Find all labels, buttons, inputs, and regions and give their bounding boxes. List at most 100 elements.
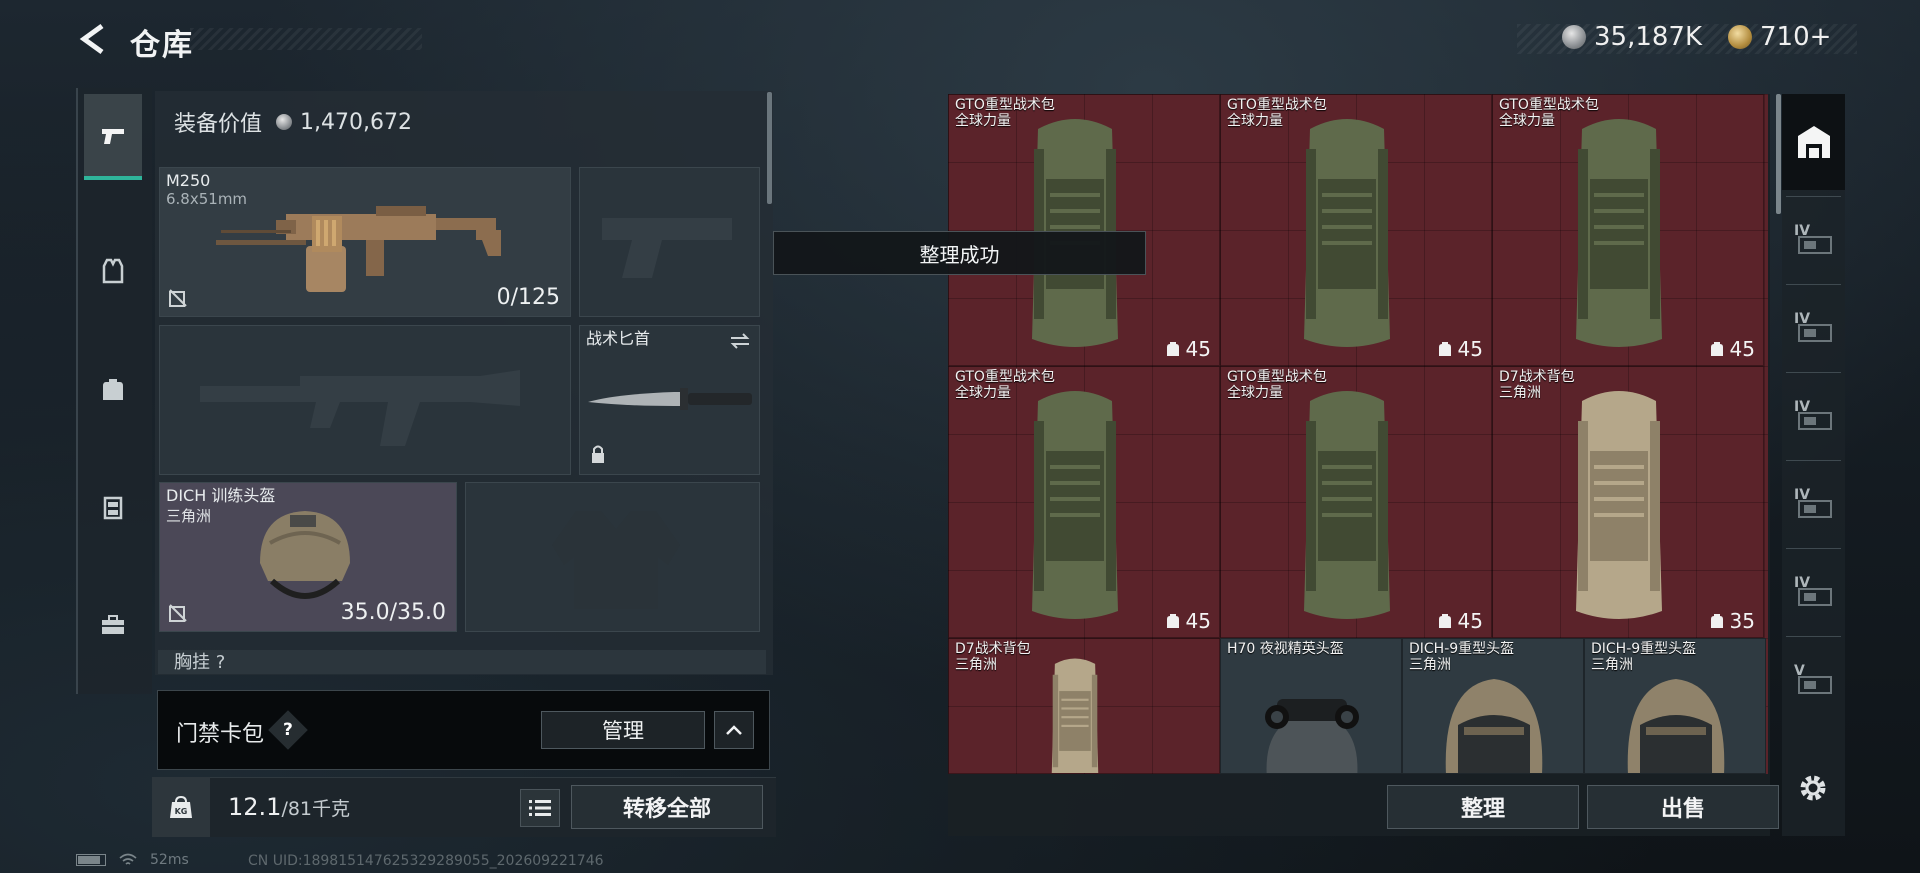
storage-item-title: GTO重型战术包 — [955, 97, 1055, 113]
storage-item-title: GTO重型战术包 — [955, 369, 1055, 385]
tab-backpack[interactable] — [84, 346, 142, 432]
storage-item-capacity-value: 45 — [1185, 609, 1211, 633]
machine-gun-image — [216, 206, 501, 292]
silver-currency-value: 35,187K — [1594, 22, 1703, 52]
heavy-helmet-image — [1627, 679, 1725, 773]
tab-toolbox[interactable] — [84, 582, 142, 668]
primary-weapon-slot[interactable]: M250 6.8x51mm 0/125 — [159, 167, 571, 317]
chest-rig-row[interactable]: 胸挂 ? — [158, 650, 766, 674]
storage-item-name: GTO重型战术包 全球力量 — [1227, 369, 1327, 401]
storage-item-title: GTO重型战术包 — [1499, 97, 1599, 113]
storage-item-capacity-value: 45 — [1457, 609, 1483, 633]
back-arrow-icon[interactable] — [76, 22, 110, 56]
melee-slot[interactable]: 战术匕首 — [579, 325, 760, 475]
container-icon — [1798, 676, 1832, 694]
storage-item-title: GTO重型战术包 — [1227, 369, 1327, 385]
help-badge-text: ? — [283, 720, 293, 740]
storage-item[interactable]: GTO重型战术包 全球力量 45 — [948, 94, 1220, 366]
weight-icon: KG — [170, 795, 192, 818]
storage-item[interactable]: H70 夜视精英头盔 — [1220, 638, 1402, 774]
pistol-icon — [102, 129, 124, 144]
chest-rig-icon — [103, 496, 123, 520]
storage-item-sub: 三角洲 — [955, 657, 997, 673]
storage-item[interactable]: GTO重型战术包 全球力量 45 — [948, 366, 1220, 638]
uninsured-icon — [169, 604, 187, 622]
backpack-icon — [1710, 342, 1723, 356]
storage-item-name: DICH-9重型头盔 三角洲 — [1591, 641, 1696, 673]
side-container-slot[interactable]: IV — [1786, 460, 1841, 546]
storage-item[interactable]: DICH-9重型头盔 三角洲 — [1584, 638, 1766, 774]
storage-item-capacity: 45 — [1438, 337, 1483, 361]
backpack-icon — [1166, 342, 1179, 356]
sell-button[interactable]: 出售 — [1587, 785, 1779, 829]
storage-scrollbar[interactable] — [1776, 94, 1781, 214]
storage-item-name: DICH-9重型头盔 三角洲 — [1409, 641, 1514, 673]
equipment-scrollbar[interactable] — [767, 92, 772, 204]
melee-name: 战术匕首 — [586, 329, 651, 348]
storage-item-title: D7战术背包 — [955, 641, 1031, 657]
storage-item[interactable]: D7战术背包 三角洲 35 — [1492, 366, 1764, 638]
storage-item-capacity-value: 45 — [1729, 337, 1755, 361]
helmet-sub: 三角洲 — [166, 507, 212, 525]
storage-item-title: DICH-9重型头盔 — [1409, 641, 1515, 657]
storage-item[interactable]: GTO重型战术包 全球力量 45 — [1220, 94, 1492, 366]
silver-coin-icon — [1562, 25, 1586, 49]
weight-icon-label: KG — [175, 807, 188, 816]
swap-icon[interactable] — [729, 332, 751, 350]
backpack-icon — [1438, 614, 1451, 628]
equipment-value: 装备价值 1,470,672 — [174, 106, 412, 138]
side-container-slot[interactable]: IV — [1786, 284, 1841, 370]
green-backpack-image — [1304, 119, 1390, 347]
tab-chest-rig[interactable] — [84, 464, 142, 550]
helmet-slot[interactable]: DICH 训练头盔 三角洲 35.0/35.0 — [159, 482, 457, 632]
manage-button[interactable]: 管理 — [541, 711, 705, 749]
helmet-durability: 35.0/35.0 — [340, 600, 446, 625]
uid-text: CN UID:189815147625329289055_20260922174… — [248, 853, 604, 869]
category-tabs — [76, 88, 152, 694]
storage-grid: GTO重型战术包 全球力量 45 GTO重型战术包 全球力量 45 GTO重型战术包 全球力量… — [948, 94, 1768, 774]
storage-item-name: D7战术背包 三角洲 — [955, 641, 1031, 673]
storage-item-sub: 三角洲 — [1499, 385, 1541, 401]
storage-item-name: GTO重型战术包 全球力量 — [955, 97, 1055, 129]
storage-item-title: D7战术背包 — [1499, 369, 1575, 385]
gear-icon[interactable] — [1795, 770, 1831, 806]
sort-button[interactable]: 整理 — [1387, 785, 1579, 829]
storage-item[interactable]: D7战术背包 三角洲 — [948, 638, 1220, 774]
storage-item-name: D7战术背包 三角洲 — [1499, 369, 1575, 401]
tab-weapons[interactable] — [84, 94, 142, 180]
green-backpack-image — [1304, 391, 1390, 619]
side-container-slot[interactable]: IV — [1786, 196, 1841, 282]
storage-item-name: GTO重型战术包 全球力量 — [955, 369, 1055, 401]
secondary-weapon-slot[interactable] — [579, 167, 760, 317]
backpack-icon — [1438, 342, 1451, 356]
storage-home-button[interactable] — [1782, 94, 1845, 190]
silver-currency[interactable]: 35,187K — [1562, 22, 1702, 52]
backpack-icon — [1166, 614, 1179, 628]
heavy-helmet-image — [1445, 679, 1543, 773]
storage-item-sub: 全球力量 — [955, 385, 1011, 401]
storage-item[interactable]: DICH-9重型头盔 三角洲 — [1402, 638, 1584, 774]
weight-max: /81千克 — [281, 798, 351, 820]
equipment-value-amount: 1,470,672 — [300, 109, 412, 135]
ping-value: 52ms — [150, 852, 189, 868]
side-container-slot[interactable]: IV — [1786, 548, 1841, 634]
transfer-all-button[interactable]: 转移全部 — [571, 785, 763, 829]
storage-item[interactable]: GTO重型战术包 全球力量 45 — [1220, 366, 1492, 638]
collapse-button[interactable] — [714, 711, 754, 749]
primary-weapon-slot-2[interactable] — [159, 325, 571, 475]
chest-rig-label: 胸挂 ? — [174, 652, 226, 673]
storage-item[interactable]: GTO重型战术包 全球力量 45 — [1492, 94, 1764, 366]
side-container-slot[interactable]: IV — [1786, 372, 1841, 458]
backpack-icon — [103, 379, 123, 400]
storage-item-sub: 全球力量 — [955, 113, 1011, 129]
primary-weapon-ammo: 0/125 — [496, 285, 560, 310]
chevron-up-icon — [726, 725, 742, 735]
gold-currency[interactable]: 710+ — [1728, 22, 1831, 52]
tab-vest[interactable] — [84, 228, 142, 314]
armor-slot[interactable] — [465, 482, 760, 632]
toolbox-icon — [102, 615, 124, 634]
side-container-slot[interactable]: V — [1786, 636, 1841, 722]
battery-icon — [76, 854, 106, 866]
list-view-button[interactable] — [520, 789, 560, 827]
page-title: 仓库 — [130, 28, 194, 63]
